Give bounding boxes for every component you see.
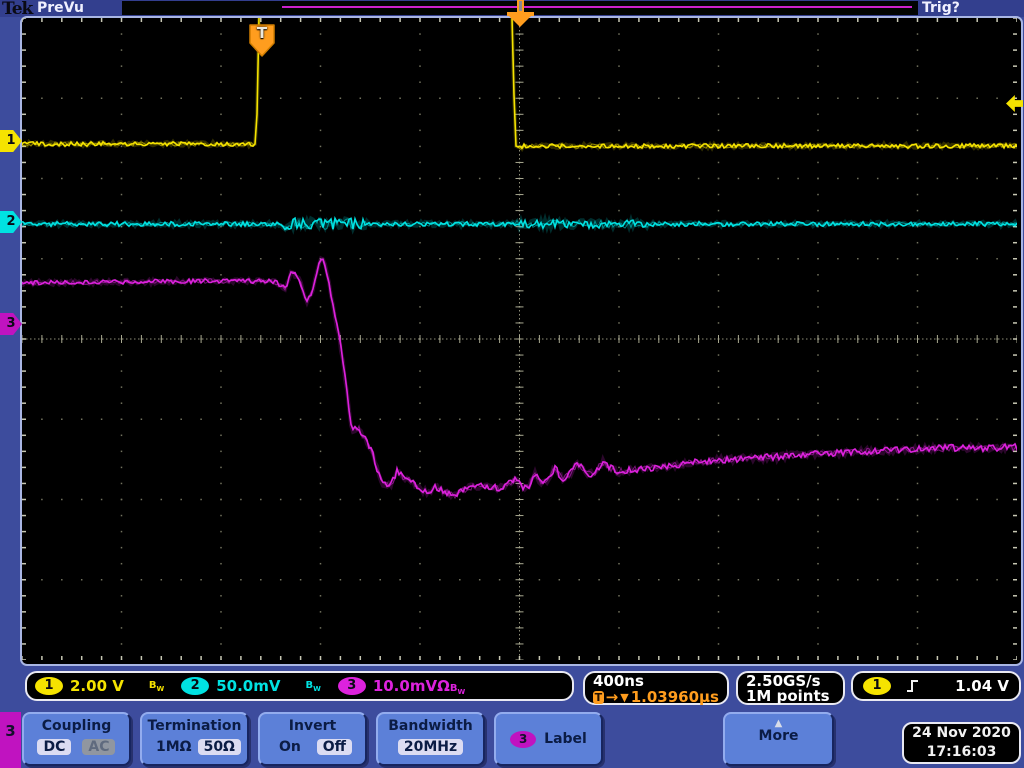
channel-1-ground-marker[interactable]: 1 (0, 130, 22, 152)
timebase-readout-box: 400ns T → ▼ 1.03960µs (583, 671, 729, 705)
trigger-symbol-icon: T (593, 691, 604, 704)
label-button[interactable]: 3 Label (494, 712, 603, 766)
trigger-position-arrow-icon (509, 16, 531, 27)
label-title: Label (544, 731, 587, 747)
channel-2-ground-marker[interactable]: 2 (0, 211, 22, 233)
invert-on-option[interactable]: On (273, 739, 307, 755)
more-title: More (758, 728, 799, 744)
waveform-display (22, 18, 1017, 660)
ch2-scale: 50.0mV (216, 677, 281, 695)
invert-button[interactable]: Invert On Off (258, 712, 367, 766)
trigger-level: 1.04 V (955, 677, 1009, 695)
oscilloscope-screen: Tek PreVu Trig? T 1 2 3 1 2.00 V BW 2 50… (0, 0, 1024, 768)
trigger-position-slot (519, 1, 522, 11)
more-button[interactable]: ▲ More (723, 712, 834, 766)
trigger-delay-readout: T → ▼ 1.03960µs (593, 688, 719, 706)
trigger-position-marker[interactable] (507, 0, 534, 28)
ch3-bandwidth-limit-icon: BW (449, 682, 466, 696)
ch2-trace (22, 212, 1017, 235)
coupling-title: Coupling (41, 718, 112, 734)
channel-3-ground-marker[interactable]: 3 (0, 313, 22, 335)
ch1-scale: 2.00 V (70, 677, 124, 695)
acquisition-readout-box: 2.50GS/s 1M points (736, 671, 845, 705)
bandwidth-value[interactable]: 20MHz (397, 739, 464, 755)
record-view-waveform-line (282, 6, 912, 8)
ch2-badge[interactable]: 2 (181, 677, 210, 695)
date-value: 24 Nov 2020 (912, 725, 1011, 741)
trigger-point-indicator[interactable]: T (248, 23, 276, 58)
ch3-scale: 10.0mVΩBW (372, 676, 466, 696)
timebase-scale: 400ns (593, 672, 644, 690)
coupling-button[interactable]: Coupling DC AC (22, 712, 131, 766)
record-length: 1M points (746, 687, 830, 705)
more-up-arrow-icon: ▲ (774, 718, 783, 729)
bandwidth-title: Bandwidth (388, 718, 473, 734)
datetime-display: 24 Nov 2020 17:16:03 (902, 722, 1021, 764)
ch3-badge[interactable]: 3 (337, 677, 366, 695)
trigger-status: Trig? (922, 0, 960, 16)
graticule (20, 16, 1023, 666)
coupling-dc-option[interactable]: DC (37, 739, 72, 755)
trigger-point-label: T (256, 24, 268, 42)
ch1-bandwidth-limit-icon: BW (148, 679, 165, 693)
trigger-readout-box: 1 1.04 V (851, 671, 1021, 701)
ch1-badge[interactable]: 1 (35, 677, 63, 695)
time-value: 17:16:03 (926, 744, 997, 760)
channel-readout-box: 1 2.00 V BW 2 50.0mV BW 3 10.0mVΩBW (25, 671, 574, 701)
invert-off-option[interactable]: Off (316, 739, 353, 755)
bandwidth-button[interactable]: Bandwidth 20MHz (376, 712, 485, 766)
channel-3-menu-tab[interactable]: 3 (0, 712, 21, 768)
trigger-source-badge: 1 (863, 677, 891, 695)
termination-1m-option[interactable]: 1MΩ (150, 739, 198, 755)
termination-title: Termination (147, 718, 242, 734)
label-channel-badge: 3 (510, 730, 537, 748)
termination-button[interactable]: Termination 1MΩ 50Ω (140, 712, 249, 766)
acquisition-status: PreVu (37, 0, 84, 16)
ch1-trace (22, 18, 1017, 153)
coupling-ac-option[interactable]: AC (82, 739, 116, 755)
ch2-bandwidth-limit-icon: BW (305, 679, 321, 693)
termination-50ohm-option[interactable]: 50Ω (197, 739, 241, 755)
invert-title: Invert (288, 718, 337, 734)
rising-edge-slope-icon (907, 680, 918, 692)
